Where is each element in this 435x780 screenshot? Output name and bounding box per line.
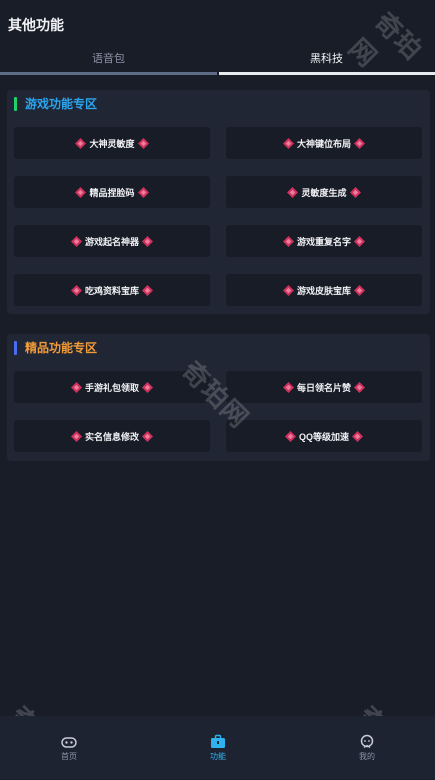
diamond-icon — [142, 381, 153, 393]
section-accent-bar — [14, 341, 17, 355]
feature-label: QQ等级加速 — [298, 431, 349, 442]
gamepad-icon — [61, 737, 77, 748]
diamond-icon — [284, 430, 296, 442]
feature-label: 吃鸡资料宝库 — [84, 285, 139, 296]
profile-icon — [360, 734, 374, 749]
diamond-icon — [70, 430, 82, 442]
diamond-icon — [142, 430, 153, 442]
diamond-icon — [282, 235, 294, 247]
section-title: 游戏功能专区 — [25, 97, 98, 111]
feature-label: 游戏起名神器 — [84, 236, 139, 247]
diamond-icon — [70, 235, 82, 247]
nav-label: 首页 — [61, 752, 77, 761]
diamond-icon — [282, 381, 294, 393]
feature-button-daily-likes[interactable]: 每日领名片赞 — [226, 371, 422, 403]
feature-button-name-generator[interactable]: 游戏起名神器 — [14, 225, 210, 257]
tab-indicator-left — [0, 72, 217, 75]
top-bar: 其他功能 — [0, 0, 435, 46]
feature-button-duplicate-name[interactable]: 游戏重复名字 — [226, 225, 422, 257]
diamond-icon — [282, 284, 294, 296]
nav-functions[interactable]: 功能 — [188, 734, 248, 762]
diamond-icon — [352, 430, 363, 442]
section-title: 精品功能专区 — [25, 341, 98, 355]
toolbox-icon — [211, 734, 225, 748]
diamond-icon — [70, 284, 82, 296]
nav-profile[interactable]: 我的 — [337, 734, 397, 762]
feature-label: 游戏重复名字 — [296, 236, 351, 247]
bottom-nav: 首页 功能 我的 — [0, 716, 435, 779]
feature-label: 灵敏度生成 — [301, 187, 347, 198]
diamond-icon — [75, 137, 87, 149]
tab-indicator — [0, 72, 435, 75]
nav-label: 我的 — [359, 752, 375, 761]
diamond-icon — [142, 284, 153, 296]
diamond-icon — [137, 137, 149, 149]
diamond-icon — [282, 137, 294, 149]
section-accent-bar — [14, 97, 17, 111]
feature-button-realname-edit[interactable]: 实名信息修改 — [14, 420, 210, 452]
feature-label: 大神键位布局 — [296, 138, 351, 149]
diamond-icon — [354, 235, 365, 247]
feature-label: 手游礼包领取 — [84, 382, 139, 393]
feature-button-god-key-layout[interactable]: 大神键位布局 — [226, 127, 422, 159]
feature-label: 精品捏脸码 — [89, 187, 135, 198]
diamond-icon — [349, 186, 361, 198]
tab-indicator-active — [219, 72, 435, 75]
feature-button-sensitivity-generator[interactable]: 灵敏度生成 — [226, 176, 422, 208]
diamond-icon — [142, 235, 153, 247]
diamond-icon — [354, 284, 365, 296]
diamond-icon — [137, 186, 149, 198]
game-functions-section: 游戏功能专区 大神灵敏度 大神键位布局 精品捏脸码 灵敏度生成 游戏起名神器 游… — [7, 90, 430, 314]
diamond-icon — [354, 381, 365, 393]
diamond-icon — [287, 186, 299, 198]
feature-button-skin-library[interactable]: 游戏皮肤宝库 — [226, 274, 422, 306]
premium-functions-section: 精品功能专区 手游礼包领取 每日领名片赞 实名信息修改 QQ等级加速 — [7, 334, 430, 461]
feature-label: 实名信息修改 — [84, 431, 139, 442]
diamond-icon — [70, 381, 82, 393]
feature-label: 每日领名片赞 — [296, 382, 351, 393]
diamond-icon — [75, 186, 87, 198]
feature-button-face-code[interactable]: 精品捏脸码 — [14, 176, 210, 208]
nav-home[interactable]: 首页 — [39, 734, 99, 762]
diamond-icon — [354, 137, 365, 149]
nav-label: 功能 — [210, 752, 226, 761]
feature-button-god-sensitivity[interactable]: 大神灵敏度 — [14, 127, 210, 159]
feature-button-gift-pack[interactable]: 手游礼包领取 — [14, 371, 210, 403]
page-title: 其他功能 — [8, 17, 64, 33]
feature-button-pubg-library[interactable]: 吃鸡资料宝库 — [14, 274, 210, 306]
feature-label: 游戏皮肤宝库 — [296, 285, 351, 296]
feature-button-qq-level-boost[interactable]: QQ等级加速 — [226, 420, 422, 452]
feature-label: 大神灵敏度 — [89, 138, 135, 149]
